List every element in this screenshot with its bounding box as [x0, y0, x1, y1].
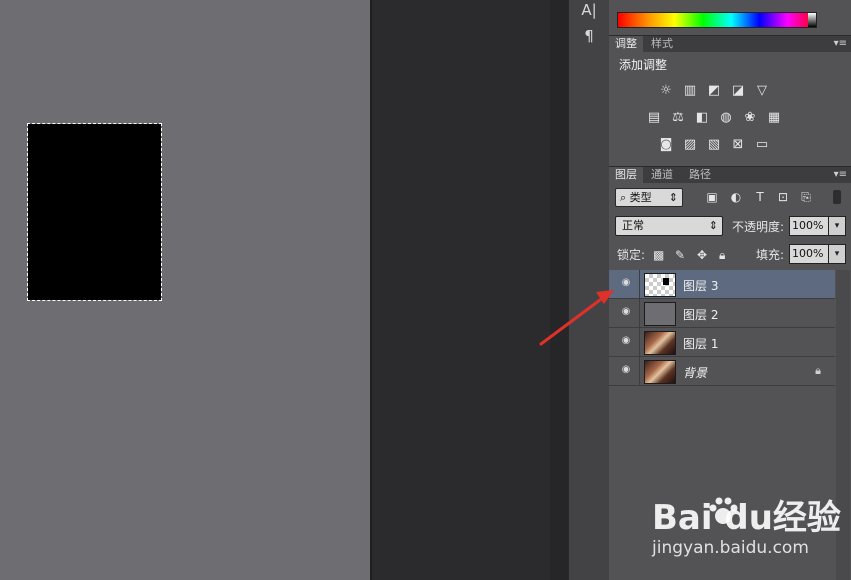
watermark-url: jingyan.baidu.com — [652, 538, 809, 558]
layer-filter-row: ⌕ 类型 ⇕ ▣ ◐ T ⊡ ⎘ — [609, 184, 851, 210]
layer-row-2[interactable]: ◉ 图层 2 — [609, 299, 835, 328]
curves-icon[interactable]: ◩ — [705, 82, 723, 98]
blend-mode-select[interactable]: 正常 ⇕ — [615, 216, 723, 236]
layer-name[interactable]: 背景 — [683, 364, 707, 381]
layers-tab-bar: 图层 通道 路径 ▾≡ — [609, 166, 851, 183]
lock-transparent-icon[interactable]: ▩ — [653, 248, 664, 262]
filter-kind-label: 类型 — [629, 191, 652, 204]
lock-position-icon[interactable]: ✥ — [697, 248, 707, 262]
layer-lock-icon: 🔒︎ — [815, 364, 821, 377]
lock-all-icon[interactable]: 🔒︎ — [719, 248, 725, 263]
watermark-logo: Bai du经验 — [652, 498, 841, 538]
opacity-input[interactable]: 100% — [789, 216, 829, 236]
row-divider — [639, 299, 640, 327]
visibility-eye-icon[interactable]: ◉ — [619, 336, 633, 346]
adjustments-tab-bar: 调整 样式 ▾≡ — [609, 35, 851, 52]
row-divider — [639, 357, 640, 385]
black-selection-rectangle — [27, 123, 162, 301]
layer-thumbnail — [644, 302, 676, 326]
vibrance-icon[interactable]: ▽ — [753, 82, 771, 98]
visibility-eye-icon[interactable]: ◉ — [619, 307, 633, 317]
panel-menu-icon[interactable]: ▾≡ — [834, 36, 847, 52]
layer-row-3[interactable]: ◉ 图层 3 — [609, 270, 835, 299]
threshold-icon[interactable]: ▧ — [705, 136, 723, 152]
select-arrows-icon: ⇕ — [708, 219, 718, 232]
opacity-label: 不透明度: — [732, 220, 785, 234]
lock-brush-icon[interactable]: ✎ — [675, 248, 685, 262]
tab-styles[interactable]: 样式 — [645, 36, 679, 52]
fill-input[interactable]: 100% — [789, 244, 829, 264]
type-filter-icon[interactable]: T — [753, 190, 767, 204]
shape-filter-icon[interactable]: ⊡ — [776, 190, 790, 204]
pixel-filter-icon[interactable]: ▣ — [705, 190, 719, 204]
gradient-map-icon[interactable]: ▭ — [753, 136, 771, 152]
black-white-icon[interactable]: ◧ — [693, 109, 711, 125]
tab-adjustments[interactable]: 调整 — [609, 36, 643, 52]
blend-mode-value: 正常 — [622, 219, 644, 232]
row-divider — [639, 328, 640, 356]
layer-thumbnail — [644, 360, 676, 384]
exposure-icon[interactable]: ◪ — [729, 82, 747, 98]
panel-gap — [550, 0, 568, 580]
adjustment-filter-icon[interactable]: ◐ — [729, 190, 743, 204]
smart-object-filter-icon[interactable]: ⎘ — [799, 190, 813, 204]
layer-row-1[interactable]: ◉ 图层 1 — [609, 328, 835, 357]
fill-dropdown-button[interactable]: ▾ — [828, 244, 846, 264]
paragraph-panel-button[interactable]: ¶ — [577, 26, 601, 46]
baidu-jingyan-watermark: Bai du经验 jingyan.baidu.com — [648, 490, 848, 570]
document-canvas[interactable] — [0, 0, 370, 580]
row-divider — [639, 270, 640, 298]
layer-name[interactable]: 图层 3 — [683, 277, 718, 294]
selective-color-icon[interactable]: ⊠ — [729, 136, 747, 152]
tab-channels[interactable]: 通道 — [645, 167, 679, 183]
layer-thumbnail — [644, 331, 676, 355]
character-panel-button[interactable]: A| — [577, 0, 601, 20]
layer-name[interactable]: 图层 2 — [683, 306, 718, 323]
visibility-eye-icon[interactable]: ◉ — [619, 365, 633, 375]
posterize-icon[interactable]: ▨ — [681, 136, 699, 152]
invert-icon[interactable]: ◙ — [657, 136, 675, 152]
collapsed-panel-strip: A| ¶ — [568, 0, 610, 580]
channel-mixer-icon[interactable]: ❀ — [741, 109, 759, 125]
layer-name[interactable]: 图层 1 — [683, 335, 718, 352]
fill-label: 填充: — [756, 248, 785, 262]
visibility-eye-icon[interactable]: ◉ — [619, 278, 633, 288]
color-balance-icon[interactable]: ⚖ — [669, 109, 687, 125]
lock-label: 锁定: — [617, 248, 646, 262]
filter-kind-select[interactable]: ⌕ 类型 ⇕ — [615, 188, 683, 207]
select-arrows-icon: ⇕ — [668, 191, 678, 204]
levels-icon[interactable]: ▥ — [681, 82, 699, 98]
brightness-icon[interactable]: ☼ — [657, 82, 675, 98]
color-lookup-icon[interactable]: ▦ — [765, 109, 783, 125]
filter-toggle-switch[interactable] — [833, 190, 841, 204]
search-icon: ⌕ — [620, 191, 627, 204]
color-ramp[interactable] — [617, 12, 817, 28]
baidu-paw-icon — [709, 497, 738, 524]
layer-thumbnail — [644, 273, 676, 297]
tab-layers[interactable]: 图层 — [609, 167, 643, 183]
layer-row-background[interactable]: ◉ 背景 🔒︎ — [609, 357, 835, 386]
pasteboard — [372, 0, 550, 580]
hue-saturation-icon[interactable]: ▤ — [645, 109, 663, 125]
photo-filter-icon[interactable]: ◍ — [717, 109, 735, 125]
opacity-dropdown-button[interactable]: ▾ — [828, 216, 846, 236]
add-adjustment-label: 添加调整 — [619, 58, 668, 72]
layers-panel-menu-icon[interactable]: ▾≡ — [834, 167, 847, 183]
tab-paths[interactable]: 路径 — [683, 167, 717, 183]
